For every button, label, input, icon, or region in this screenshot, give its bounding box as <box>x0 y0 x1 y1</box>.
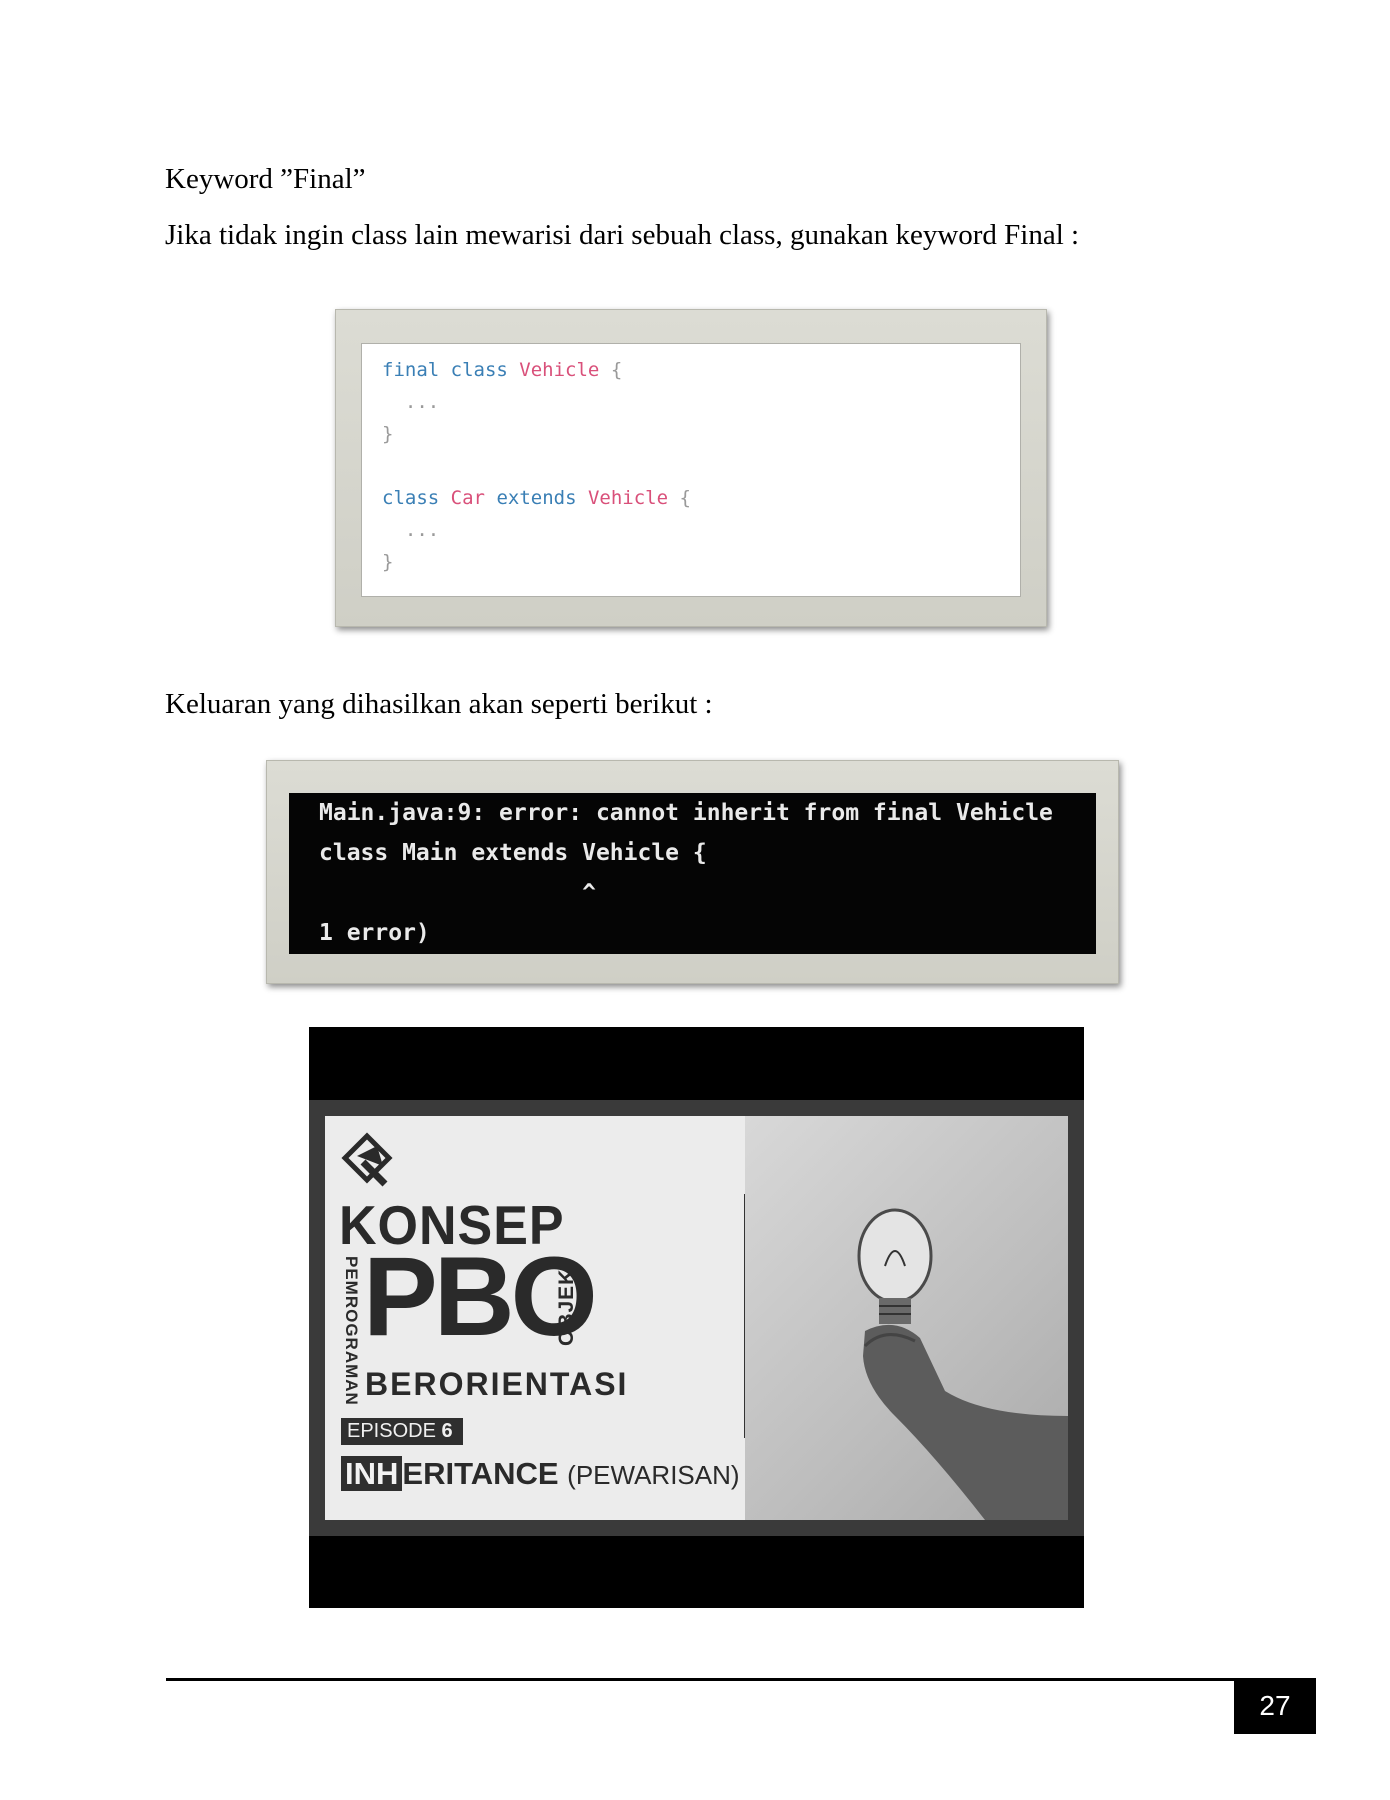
thumbnail-berorientasi: BERORIENTASI <box>365 1366 629 1402</box>
thumbnail-title-panel: KONSEP PEMROGRAMAN PBO OBJEK BERORIENTAS… <box>325 1116 745 1520</box>
episode-badge: EPISODE 6 <box>341 1418 463 1445</box>
code-brace: } <box>382 551 394 573</box>
subtitle-rest: ERITANCE <box>402 1456 559 1491</box>
footer-rule <box>166 1678 1234 1681</box>
code-class-name: Car <box>450 487 485 509</box>
thumbnail-objek: OBJEK <box>555 1268 578 1346</box>
code-keyword: class <box>382 487 440 509</box>
terminal-line: ^ <box>319 880 596 906</box>
intro-paragraph: Jika tidak ingin class lain mewarisi dar… <box>165 219 1080 251</box>
lightbulb-hand-icon <box>857 1208 1068 1520</box>
subtitle-paren: (PEWARISAN) <box>567 1460 740 1490</box>
code-class-name: Vehicle <box>519 359 600 381</box>
terminal-output: Main.java:9: error: cannot inherit from … <box>289 793 1096 954</box>
code-keyword: final class <box>382 359 508 381</box>
code-brace: } <box>382 423 394 445</box>
terminal-line: class Main extends Vehicle { <box>319 840 707 866</box>
code-keyword: extends <box>496 487 577 509</box>
page-number: 27 <box>1234 1678 1316 1734</box>
lightbulb-photo <box>745 1116 1068 1520</box>
code-ellipsis: ... <box>404 391 440 413</box>
code-snippet: final class Vehicle { ... } class Car ex… <box>361 343 1021 597</box>
thumbnail-frame: KONSEP PEMROGRAMAN PBO OBJEK BERORIENTAS… <box>309 1100 1084 1536</box>
output-paragraph: Keluaran yang dihasilkan akan seperti be… <box>165 688 713 720</box>
terminal-line: 1 error) <box>319 920 430 946</box>
thumbnail-pemrograman: PEMROGRAMAN <box>342 1256 361 1406</box>
code-ellipsis: ... <box>404 519 440 541</box>
code-brace: { <box>679 487 691 509</box>
terminal-frame: Main.java:9: error: cannot inherit from … <box>266 760 1119 984</box>
logo-icon <box>341 1132 393 1187</box>
episode-label: EPISODE <box>347 1420 436 1442</box>
terminal-line: Main.java:9: error: cannot inherit from … <box>319 800 1053 826</box>
code-brace: { <box>610 359 623 381</box>
section-heading: Keyword ”Final” <box>165 163 366 195</box>
episode-number: 6 <box>441 1420 453 1442</box>
code-class-name: Vehicle <box>587 487 669 509</box>
thumbnail-subtitle: INH ERITANCE (PEWARISAN) <box>341 1456 740 1492</box>
video-thumbnail: KONSEP PEMROGRAMAN PBO OBJEK BERORIENTAS… <box>309 1027 1084 1608</box>
subtitle-highlight: INH <box>341 1456 403 1491</box>
code-snippet-frame: final class Vehicle { ... } class Car ex… <box>335 309 1047 627</box>
